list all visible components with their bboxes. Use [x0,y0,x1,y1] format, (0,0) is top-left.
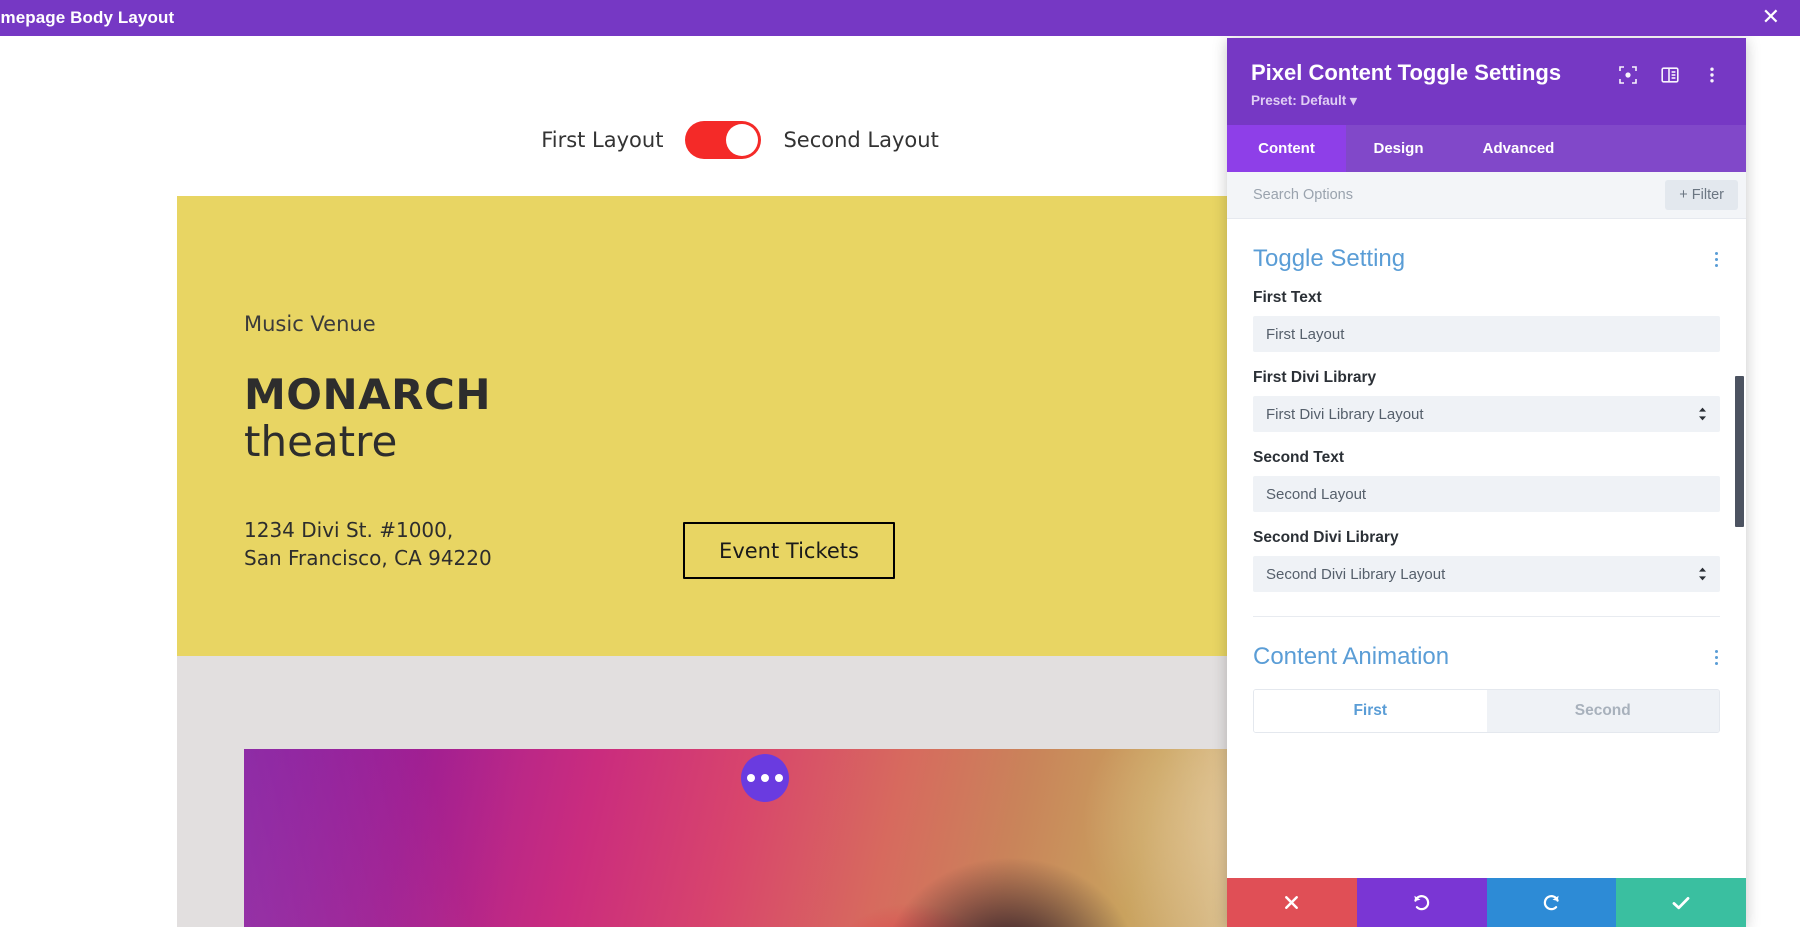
panel-header: Pixel Content Toggle Settings Preset: De… [1227,38,1746,126]
panel-body: Toggle Setting First Text First Divi Lib… [1227,219,1746,878]
hero-title-line2: theatre [244,417,398,467]
first-text-input[interactable] [1253,316,1720,353]
dot-2 [1714,655,1718,660]
hero-title-line1: MONARCH [244,370,491,419]
search-row: + Filter [1227,172,1746,220]
layout-title: omepage Body Layout [0,8,175,27]
preset-label: Preset: Default [1251,93,1347,109]
search-input[interactable] [1253,187,1666,204]
dot-2 [1714,257,1718,262]
panel-scrollbar-thumb[interactable] [1735,376,1744,528]
preset-selector[interactable]: Preset: Default ▾ [1251,93,1561,109]
event-tickets-button[interactable]: Event Tickets [683,522,895,579]
section-menu-dots-icon[interactable] [1713,646,1721,670]
dot-3 [1714,661,1718,666]
tab-advanced[interactable]: Advanced [1451,125,1586,173]
field-second-divi-library: Second Divi Library Second Divi Library … [1253,529,1720,593]
segment-second[interactable]: Second [1486,690,1719,733]
dot-1 [747,774,755,782]
check-icon [1672,896,1690,909]
section-header-content-animation[interactable]: Content Animation [1253,617,1720,687]
toggle-first-label: First Layout [541,128,664,152]
toggle-knob [726,124,759,156]
filter-button[interactable]: + Filter [1665,180,1738,211]
filter-label: Filter [1691,187,1724,204]
field-second-text: Second Text [1253,449,1720,513]
segment-first[interactable]: First [1254,690,1487,733]
builder-top-bar: omepage Body Layout ✕ [0,0,1800,36]
undo-button[interactable] [1356,878,1487,927]
panel-header-titles: Pixel Content Toggle Settings Preset: De… [1251,60,1561,109]
module-settings-panel: Pixel Content Toggle Settings Preset: De… [1227,38,1746,927]
section-menu-dots-icon[interactable] [1713,248,1721,272]
redo-icon [1543,895,1559,911]
field-label: Second Divi Library [1253,529,1399,547]
content-toggle-switch[interactable] [685,121,762,159]
select-value: Second Divi Library Layout [1266,565,1446,583]
chevron-down-icon: ▾ [1350,93,1357,109]
section-title: Content Animation [1253,643,1450,671]
second-text-input[interactable] [1253,476,1720,513]
toggle-second-label: Second Layout [783,128,939,152]
panel-header-icons [1618,65,1722,85]
dot-3 [1714,263,1718,268]
focus-target-icon[interactable] [1618,65,1638,85]
tab-content[interactable]: Content [1227,125,1346,173]
module-actions-button[interactable] [741,754,789,802]
undo-icon [1414,895,1430,911]
first-divi-library-select[interactable]: First Divi Library Layout [1253,396,1720,433]
dot-3 [775,774,783,782]
dot-1 [1714,649,1718,654]
panel-title: Pixel Content Toggle Settings [1251,60,1562,85]
plus-icon: + [1679,187,1688,204]
select-arrows-icon [1698,407,1707,421]
section-header-toggle-setting[interactable]: Toggle Setting [1253,219,1720,289]
select-value: First Divi Library Layout [1266,405,1424,423]
section-title: Toggle Setting [1253,245,1406,273]
dot-1 [1714,251,1718,256]
vertical-dots-icon[interactable] [1702,65,1722,85]
tab-design[interactable]: Design [1346,125,1451,173]
second-divi-library-select[interactable]: Second Divi Library Layout [1253,556,1720,593]
field-first-text: First Text [1253,289,1720,353]
hero-title: MONARCH theatre [244,371,491,465]
redo-button[interactable] [1486,878,1617,927]
content-animation-toggle-group: First Second [1253,689,1720,734]
close-icon[interactable]: ✕ [1762,7,1780,29]
field-first-divi-library: First Divi Library First Divi Library La… [1253,369,1720,433]
hero-eyebrow: Music Venue [244,312,376,336]
dot-2 [761,774,769,782]
cancel-button[interactable] [1227,878,1357,927]
panel-tabs: Content Design Advanced [1227,125,1746,173]
panel-layout-icon[interactable] [1660,65,1680,85]
field-label: Second Text [1253,449,1345,467]
save-button[interactable] [1616,878,1746,927]
hero-address: 1234 Divi St. #1000, San Francisco, CA 9… [244,518,492,571]
select-arrows-icon [1698,567,1707,581]
field-label: First Text [1253,289,1322,307]
panel-footer-actions [1227,878,1746,927]
field-label: First Divi Library [1253,369,1377,387]
close-icon [1285,896,1299,909]
